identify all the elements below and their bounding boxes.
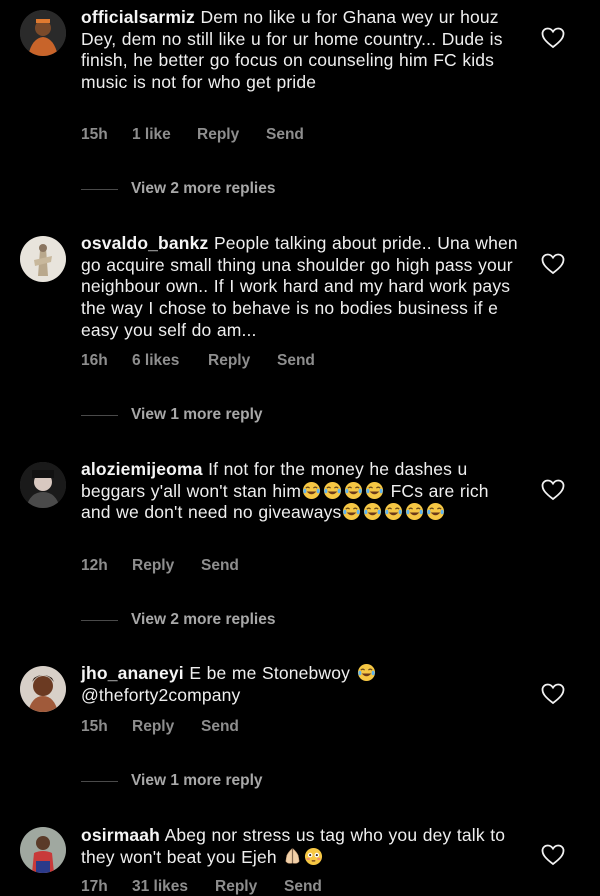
avatar[interactable]: [20, 462, 66, 508]
comment-likes[interactable]: 6 likes: [132, 352, 179, 370]
view-replies-label: View 1 more reply: [131, 772, 263, 789]
comment-body: aloziemijeoma If not for the money he da…: [81, 459, 521, 524]
comment-time: 12h: [81, 557, 108, 574]
heart-outline-icon: [541, 844, 565, 866]
send-button[interactable]: Send: [277, 352, 315, 370]
send-button[interactable]: Send: [266, 126, 304, 144]
like-button[interactable]: [541, 27, 565, 49]
comment-body: osvaldo_bankz People talking about pride…: [81, 233, 521, 342]
replies-divider: [81, 620, 118, 621]
replies-divider: [81, 189, 118, 190]
replies-divider: [81, 415, 118, 416]
like-button[interactable]: [541, 683, 565, 705]
reply-button[interactable]: Reply: [132, 718, 174, 736]
comment-time: 15h: [81, 718, 108, 735]
comment-likes[interactable]: 31 likes: [132, 878, 188, 896]
send-button[interactable]: Send: [201, 557, 239, 575]
comment-time: 17h: [81, 878, 108, 895]
like-button[interactable]: [541, 253, 565, 275]
comment-time: 15h: [81, 126, 108, 143]
view-replies-label: View 2 more replies: [131, 180, 276, 197]
view-replies-label: View 2 more replies: [131, 611, 276, 628]
comment-text: E be me Stonebwoy: [189, 663, 350, 683]
view-replies-label: View 1 more reply: [131, 406, 263, 423]
comment-username[interactable]: osvaldo_bankz: [81, 233, 208, 253]
comment-username[interactable]: jho_ananeyi: [81, 663, 184, 683]
face-with-tears-of-joy-icon: [357, 663, 376, 682]
face-with-tears-of-joy-icon: [342, 502, 361, 521]
comment-username[interactable]: osirmaah: [81, 825, 160, 845]
send-button[interactable]: Send: [201, 718, 239, 736]
view-replies-button[interactable]: View 2 more replies: [81, 180, 381, 200]
avatar[interactable]: [20, 236, 66, 282]
face-with-tears-of-joy-icon: [323, 481, 342, 500]
view-replies-button[interactable]: View 1 more reply: [81, 406, 381, 426]
like-button[interactable]: [541, 479, 565, 501]
comment-body: osirmaah Abeg nor stress us tag who you …: [81, 825, 521, 868]
mention-link[interactable]: @theforty2company: [81, 685, 240, 705]
comment-username[interactable]: officialsarmiz: [81, 7, 195, 27]
comment-body: jho_ananeyi E be me Stonebwoy @theforty2…: [81, 663, 521, 706]
heart-outline-icon: [541, 683, 565, 705]
avatar[interactable]: [20, 827, 66, 873]
face-with-tears-of-joy-icon: [302, 481, 321, 500]
send-button[interactable]: Send: [284, 878, 322, 896]
face-with-tears-of-joy-icon: [363, 502, 382, 521]
reply-button[interactable]: Reply: [215, 878, 257, 896]
comment-body: officialsarmiz Dem no like u for Ghana w…: [81, 7, 521, 94]
face-with-tears-of-joy-icon: [405, 502, 424, 521]
view-replies-button[interactable]: View 1 more reply: [81, 772, 381, 792]
face-with-tears-of-joy-icon: [426, 502, 445, 521]
avatar[interactable]: [20, 666, 66, 712]
view-replies-button[interactable]: View 2 more replies: [81, 611, 381, 631]
avatar[interactable]: [20, 10, 66, 56]
comment-likes[interactable]: 1 like: [132, 126, 171, 144]
like-button[interactable]: [541, 844, 565, 866]
folded-hands-icon: [283, 847, 302, 866]
comment-time: 16h: [81, 352, 108, 369]
reply-button[interactable]: Reply: [197, 126, 239, 144]
comment-username[interactable]: aloziemijeoma: [81, 459, 203, 479]
flushed-face-icon: [304, 847, 323, 866]
reply-button[interactable]: Reply: [208, 352, 250, 370]
heart-outline-icon: [541, 27, 565, 49]
replies-divider: [81, 781, 118, 782]
face-with-tears-of-joy-icon: [384, 502, 403, 521]
heart-outline-icon: [541, 253, 565, 275]
heart-outline-icon: [541, 479, 565, 501]
face-with-tears-of-joy-icon: [365, 481, 384, 500]
face-with-tears-of-joy-icon: [344, 481, 363, 500]
reply-button[interactable]: Reply: [132, 557, 174, 575]
